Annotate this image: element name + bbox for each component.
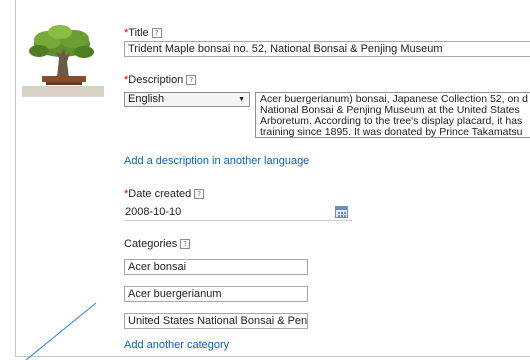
annotation-line bbox=[25, 302, 97, 360]
